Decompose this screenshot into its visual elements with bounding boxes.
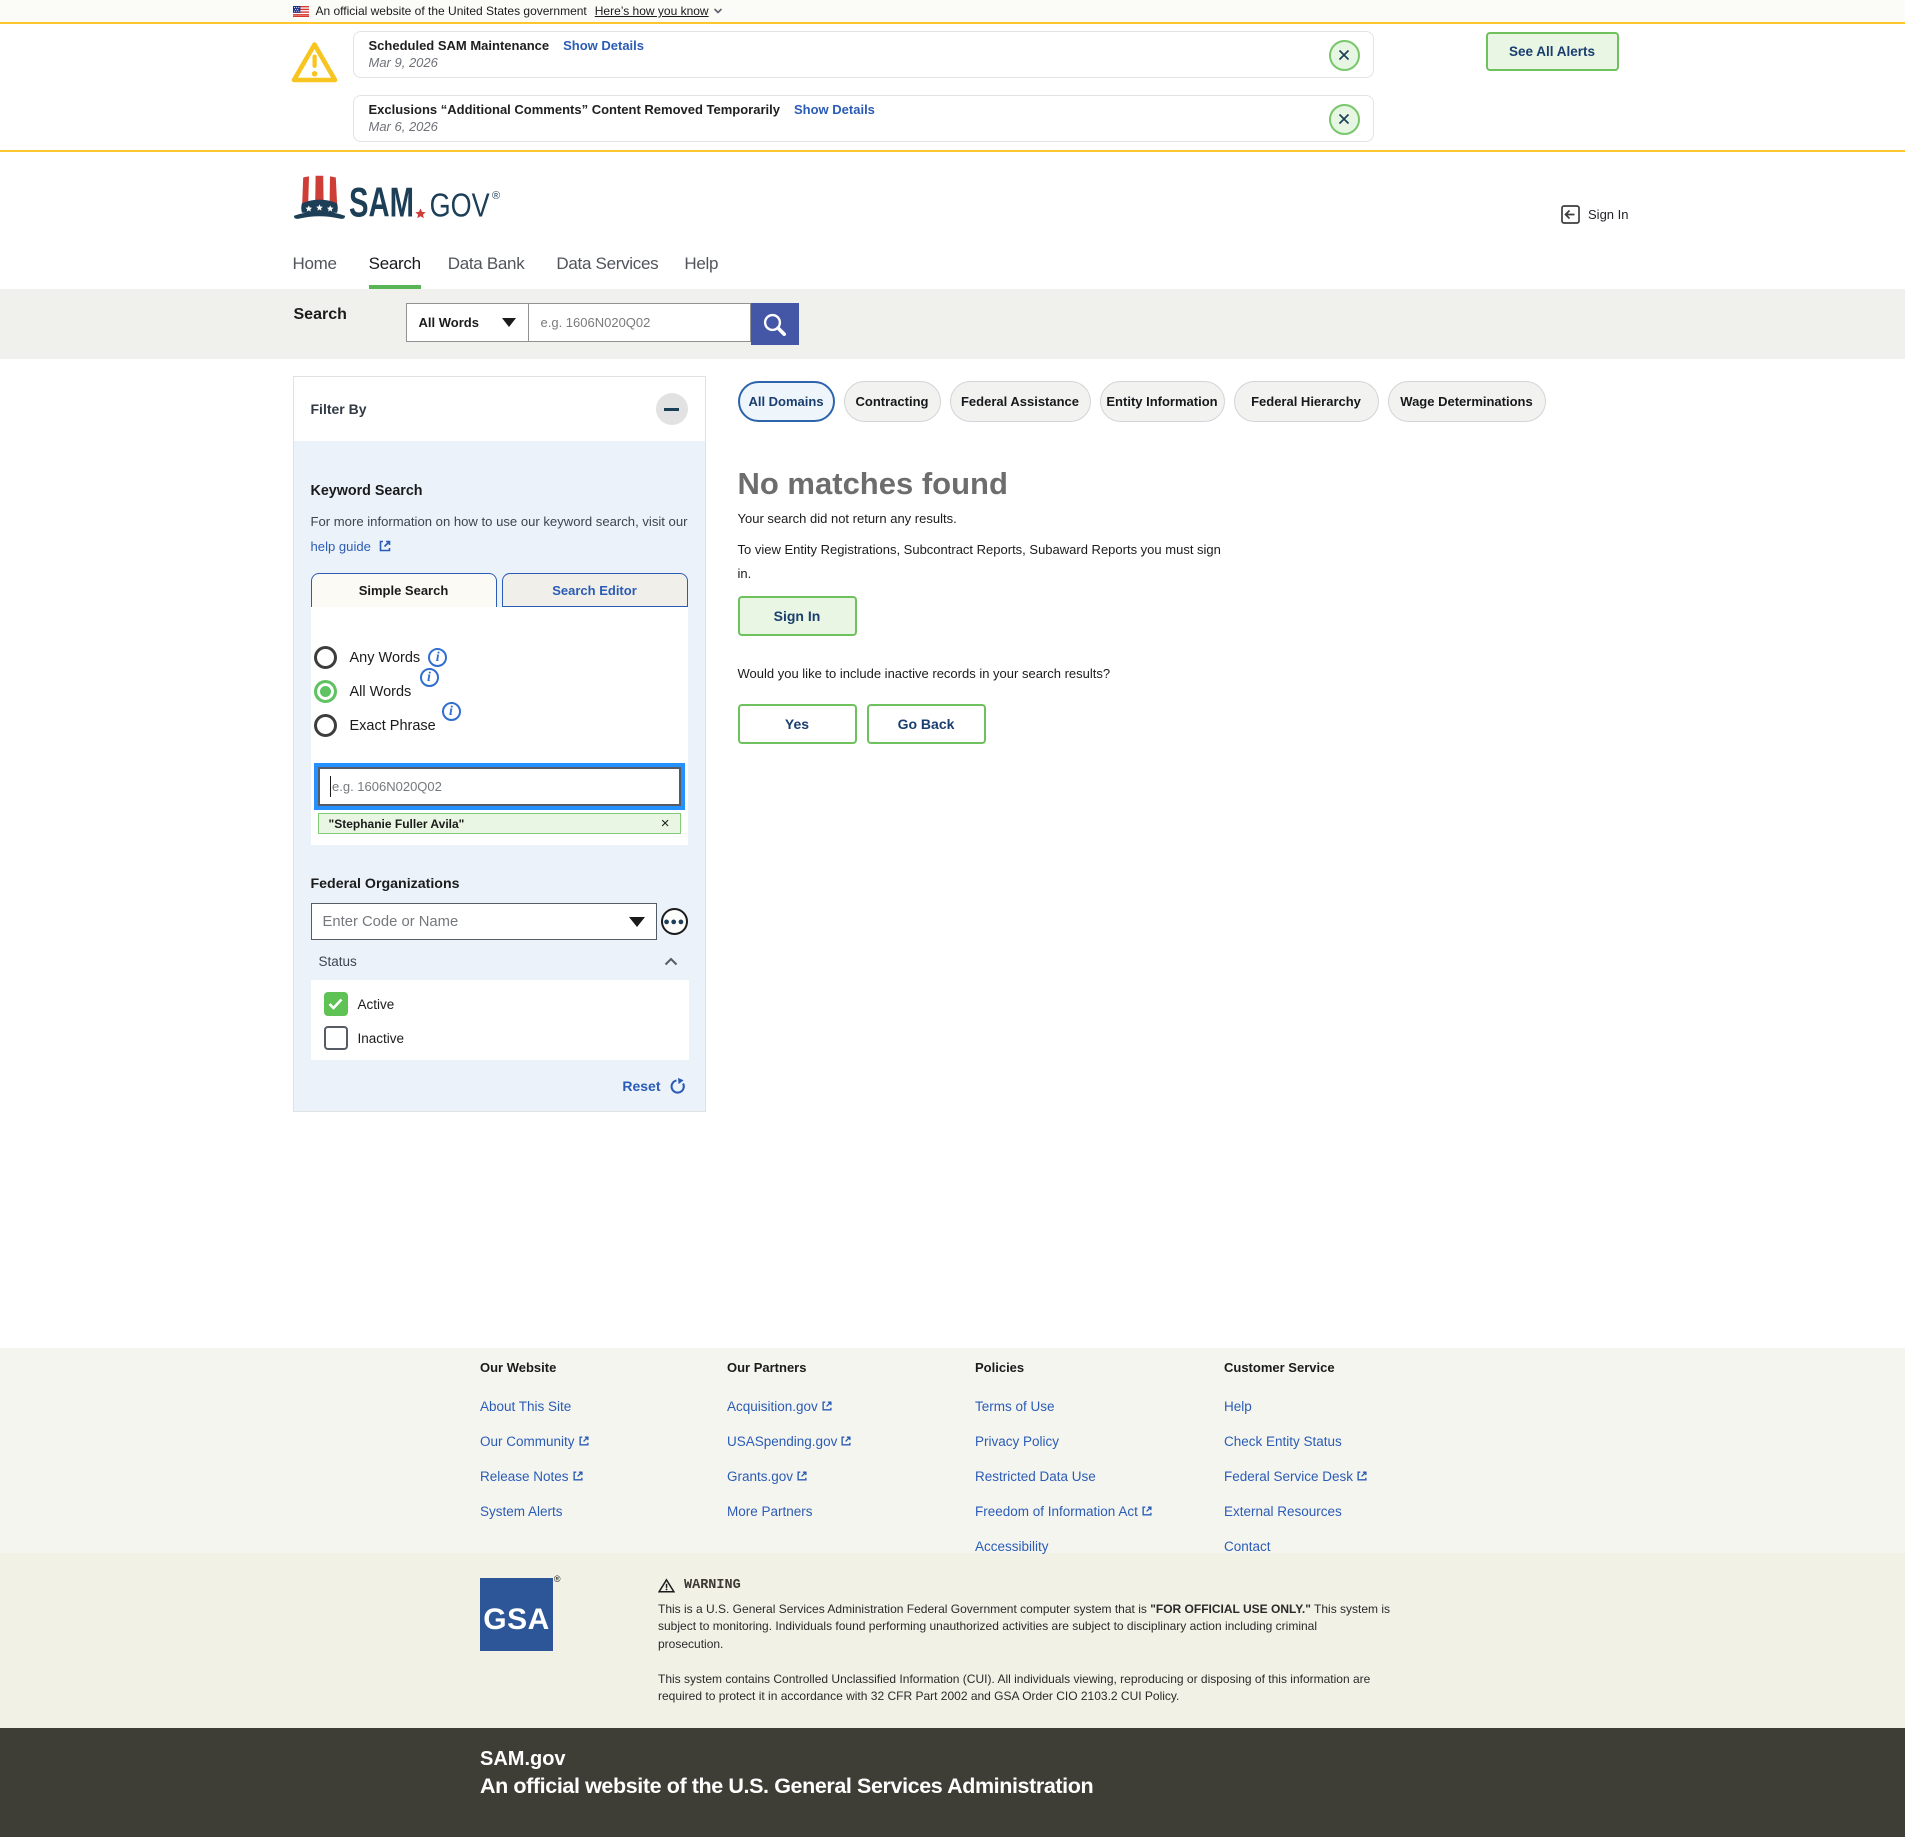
svg-text:SAM: SAM bbox=[349, 179, 414, 223]
svg-text:GOV: GOV bbox=[429, 188, 490, 223]
svg-text:®: ® bbox=[492, 190, 500, 202]
